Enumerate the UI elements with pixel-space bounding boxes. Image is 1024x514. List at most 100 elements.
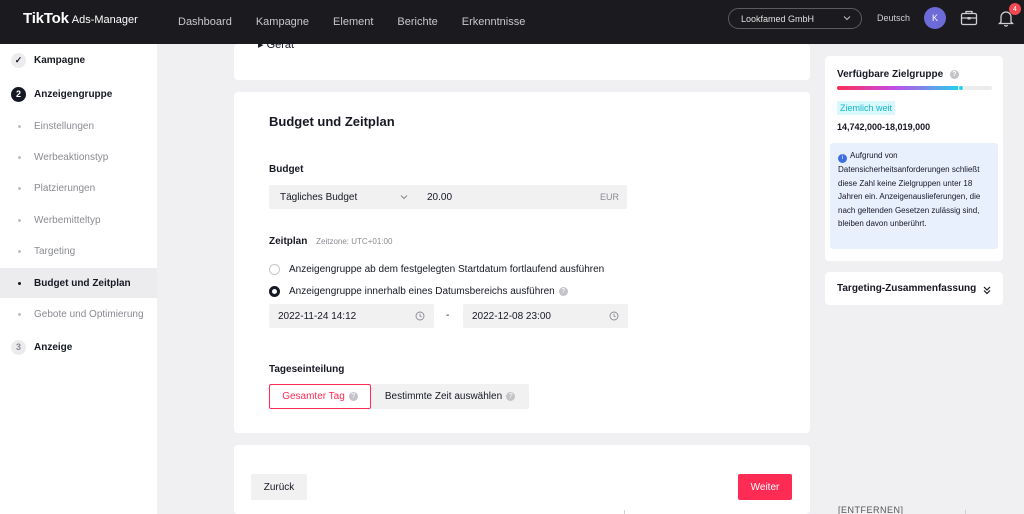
budget-label: Budget	[269, 164, 304, 175]
account-name: Lookfamed GmbH	[741, 13, 815, 24]
clock-icon	[609, 311, 619, 321]
info-icon: i	[838, 154, 847, 163]
language-switch[interactable]: Deutsch	[877, 13, 910, 23]
schedule-label-row: Zeitplan Zeitzone: UTC+01:00	[269, 236, 392, 247]
radio-unchecked-icon[interactable]	[269, 264, 280, 275]
divider	[965, 510, 966, 514]
audience-title-row: Verfügbare Zielgruppe ?	[837, 69, 959, 80]
start-date-value: 2022-11-24 14:12	[278, 310, 357, 322]
chevron-down-icon	[400, 195, 408, 200]
step-label: Gebote und Optimierung	[34, 308, 144, 320]
radio-date-range[interactable]: Anzeigengruppe innerhalb eines Datumsber…	[269, 286, 568, 297]
substep-gebote-und-optimierung[interactable]: Gebote und Optimierung	[0, 299, 157, 329]
step-label: Anzeige	[34, 341, 73, 353]
cropped-footer-text: [ENTFERNEN]	[838, 505, 904, 514]
bullet-icon	[18, 186, 21, 190]
next-button[interactable]: Weiter	[738, 474, 792, 500]
step-label: Kampagne	[34, 54, 86, 66]
step-label: Budget und Zeitplan	[34, 277, 131, 289]
briefcase-icon[interactable]	[959, 8, 979, 28]
currency-label: EUR	[599, 192, 619, 202]
check-icon: ✓	[11, 52, 26, 68]
step-label: Targeting	[34, 245, 76, 257]
date-range-separator: -	[446, 310, 450, 321]
audience-range: 14,742,000-18,019,000	[837, 122, 931, 132]
all-day-button[interactable]: Gesamter Tag ?	[269, 384, 371, 409]
substep-budget-und-zeitplan[interactable]: Budget und Zeitplan	[0, 268, 157, 298]
substep-einstellungen[interactable]: Einstellungen	[0, 111, 157, 141]
logo-product: Ads-Manager	[71, 14, 138, 26]
step-kampagne[interactable]: ✓ Kampagne	[0, 45, 157, 75]
step-label: Einstellungen	[34, 120, 95, 132]
specific-time-label: Bestimmte Zeit auswählen	[384, 391, 503, 402]
end-date-input[interactable]: 2022-12-08 23:00	[463, 304, 628, 328]
geraet-label: Gerät	[266, 39, 295, 51]
budget-amount-input[interactable]: 20.00	[427, 192, 452, 203]
end-date-value: 2022-12-08 23:00	[472, 310, 551, 322]
radio-checked-icon[interactable]	[269, 286, 280, 297]
budget-type-select[interactable]: Tägliches Budget	[280, 192, 357, 203]
audience-size-meter	[837, 85, 992, 91]
account-selector[interactable]: Lookfamed GmbH	[728, 8, 862, 29]
step-sidebar: ✓ Kampagne 2 Anzeigengruppe Einstellunge…	[0, 44, 157, 514]
footer-card	[234, 445, 810, 514]
bullet-icon	[18, 155, 21, 159]
radio-continuous[interactable]: Anzeigengruppe ab dem festgelegten Start…	[269, 264, 604, 275]
start-date-input[interactable]: 2022-11-24 14:12	[269, 304, 434, 328]
avatar[interactable]: K	[924, 7, 946, 29]
audience-info-box: i Aufgrund von Datensicherheitsanforderun…	[830, 143, 998, 249]
chevron-down-icon	[843, 16, 851, 21]
back-button[interactable]: Zurück	[251, 474, 307, 500]
caret-right-icon: ▸	[258, 39, 267, 51]
bullet-icon	[18, 124, 21, 128]
step-label: Anzeigengruppe	[34, 88, 113, 100]
audience-title: Verfügbare Zielgruppe	[837, 69, 944, 80]
help-icon[interactable]: ?	[506, 392, 516, 401]
substep-platzierungen[interactable]: Platzierungen	[0, 173, 157, 203]
bullet-icon	[18, 281, 21, 285]
targeting-card-end	[234, 44, 810, 80]
bullet-icon	[18, 312, 21, 316]
dayparting-label: Tageseinteilung	[269, 364, 345, 375]
nav-element[interactable]: Element	[333, 16, 373, 28]
step-label: Werbeaktionstyp	[34, 151, 109, 163]
step-label: Platzierungen	[34, 182, 96, 194]
specific-time-button[interactable]: Bestimmte Zeit auswählen ?	[371, 384, 529, 409]
timezone-note: Zeitzone: UTC+01:00	[316, 237, 393, 246]
help-icon[interactable]: ?	[949, 69, 959, 79]
help-icon[interactable]: ?	[558, 287, 568, 296]
step-label: Werbemitteltyp	[34, 214, 101, 226]
substep-werbeaktionstyp[interactable]: Werbeaktionstyp	[0, 142, 157, 172]
substep-werbemitteltyp[interactable]: Werbemitteltyp	[0, 205, 157, 235]
radio-label: Anzeigengruppe ab dem festgelegten Start…	[289, 264, 605, 275]
double-chevron-down-icon[interactable]	[982, 285, 992, 295]
audience-meter-fill	[837, 86, 961, 90]
step-number: 2	[11, 86, 26, 102]
nav-dashboard[interactable]: Dashboard	[178, 16, 232, 28]
section-title: Budget und Zeitplan	[269, 114, 395, 129]
bullet-icon	[18, 218, 21, 222]
nav-erkenntnisse[interactable]: Erkenntnisse	[462, 16, 526, 28]
all-day-label: Gesamter Tag	[282, 391, 345, 402]
targeting-summary-title: Targeting-Zusammenfassung	[837, 283, 977, 294]
bullet-icon	[18, 249, 21, 253]
audience-status-badge: Ziemlich weit	[837, 101, 896, 115]
nav-berichte[interactable]: Berichte	[397, 16, 437, 28]
notification-badge: 4	[1009, 3, 1021, 15]
step-number: 3	[11, 339, 26, 355]
nav-kampagne[interactable]: Kampagne	[256, 16, 309, 28]
logo-brand: TikTok	[23, 10, 69, 27]
help-icon[interactable]: ?	[348, 392, 358, 401]
budget-input-group: Tägliches Budget 20.00 EUR	[269, 185, 627, 209]
collapsed-geraet-row[interactable]: ▸ Gerät	[258, 38, 294, 51]
step-anzeigengruppe[interactable]: 2 Anzeigengruppe	[0, 79, 157, 109]
substep-targeting[interactable]: Targeting	[0, 236, 157, 266]
info-text: Aufgrund von Datensicherheitsanforderung…	[838, 151, 981, 228]
step-anzeige[interactable]: 3 Anzeige	[0, 332, 157, 362]
schedule-label: Zeitplan	[269, 236, 308, 247]
divider	[624, 510, 625, 514]
budget-schedule-card	[234, 92, 810, 433]
tiktok-ads-manager-logo[interactable]: TikTok Ads-Manager	[23, 10, 138, 27]
main-nav: Dashboard Kampagne Element Berichte Erke…	[178, 0, 549, 44]
clock-icon	[415, 311, 425, 321]
